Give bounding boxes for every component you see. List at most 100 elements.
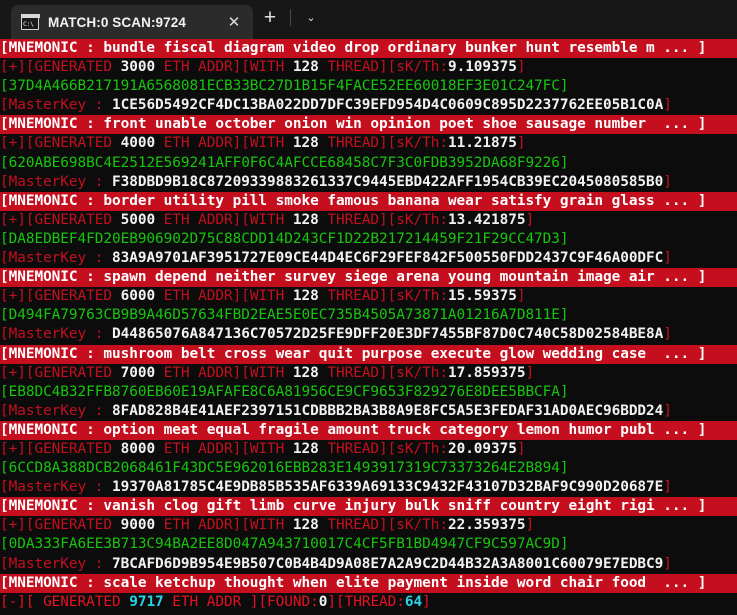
tab-tools: + ⌄ [253, 0, 328, 39]
generated-line: [+][GENERATED 4000 ETH ADDR][WITH 128 TH… [0, 134, 737, 153]
masterkey-label: [MasterKey : [0, 97, 112, 114]
thread-count: 128 [292, 135, 319, 152]
tab-strip: C:\ MATCH:0 SCAN:9724 ✕ [0, 0, 253, 39]
terminal-tab[interactable]: C:\ MATCH:0 SCAN:9724 ✕ [11, 5, 253, 39]
generated-count: 6000 [120, 288, 156, 305]
mnemonic-line: [MNEMONIC : vanish clog gift limb curve … [0, 497, 737, 517]
rate-value: 9.109375 [447, 59, 517, 76]
masterkey-value: 19370A81785C4E9DB85B535AF6339A69133C9432… [111, 479, 664, 496]
masterkey-suffix: ] [663, 479, 672, 496]
rate-value: 13.421875 [447, 211, 526, 228]
generated-count: 5000 [120, 211, 156, 228]
masterkey-line: [MasterKey : 8FAD828B4E41AEF2397151CDBBB… [0, 402, 737, 421]
generated-count: 4000 [120, 135, 156, 152]
address-line: [620ABE698BC4E2512E569241AFF0F6C4AFCCE68… [0, 154, 569, 171]
generated-prefix: [+][GENERATED [0, 517, 121, 534]
generated-suffix: ] [525, 364, 535, 381]
masterkey-value: D44865076A847136C70572D25FE9DFF20E3DF745… [111, 326, 664, 343]
rate-value: 22.359375 [447, 517, 526, 534]
masterkey-label: [MasterKey : [0, 250, 112, 267]
toolbar-divider [290, 9, 291, 26]
new-tab-icon[interactable]: + [253, 3, 287, 33]
tab-title: MATCH:0 SCAN:9724 [48, 14, 186, 30]
generated-line: [+][GENERATED 8000 ETH ADDR][WITH 128 TH… [0, 440, 737, 459]
generated-prefix: [+][GENERATED [0, 211, 121, 228]
mnemonic-line: [MNEMONIC : bundle fiscal diagram video … [0, 39, 737, 59]
status-thread-label: ][THREAD: [327, 593, 405, 610]
generated-line: [+][GENERATED 3000 ETH ADDR][WITH 128 TH… [0, 58, 737, 77]
masterkey-line: [MasterKey : D44865076A847136C70572D25FE… [0, 325, 737, 344]
console-icon-text: C:\ [23, 19, 34, 28]
masterkey-value: 83A9A9701AF3951727E09CE44D4EC6F29FEF842F… [111, 250, 664, 267]
generated-mid: ETH ADDR][WITH [155, 288, 293, 305]
rate-label: THREAD][sK/Th: [318, 59, 448, 76]
status-prefix: [-][ GENERATED [0, 593, 130, 610]
chevron-down-icon[interactable]: ⌄ [294, 3, 328, 33]
masterkey-suffix: ] [663, 250, 672, 267]
thread-count: 128 [292, 517, 319, 534]
masterkey-line: [MasterKey : F38DBD9B18C8720933988326133… [0, 173, 737, 192]
generated-suffix: ] [516, 135, 526, 152]
generated-line: [+][GENERATED 9000 ETH ADDR][WITH 128 TH… [0, 516, 737, 535]
generated-suffix: ] [525, 517, 535, 534]
generated-line: [+][GENERATED 7000 ETH ADDR][WITH 128 TH… [0, 364, 737, 383]
terminal-output[interactable]: [MNEMONIC : bundle fiscal diagram video … [0, 39, 737, 615]
masterkey-value: 8FAD828B4E41AEF2397151CDBBB2BA3B8A9E8FC5… [111, 402, 664, 419]
thread-count: 128 [292, 288, 319, 305]
masterkey-label: [MasterKey : [0, 173, 112, 190]
thread-count: 128 [292, 364, 319, 381]
status-found-label: ETH ADDR ][FOUND: [163, 593, 319, 610]
generated-line: [+][GENERATED 5000 ETH ADDR][WITH 128 TH… [0, 211, 737, 230]
status-generated-count: 9717 [129, 593, 164, 610]
mnemonic-line: [MNEMONIC : mushroom belt cross wear qui… [0, 344, 737, 364]
masterkey-value: 7BCAFD6D9B954E9B507C0B4B4D9A08E7A2A9C2D4… [111, 555, 664, 572]
status-line: [-][ GENERATED 9717 ETH ADDR ][FOUND:0][… [0, 593, 737, 612]
rate-value: 20.09375 [447, 440, 517, 457]
generated-prefix: [+][GENERATED [0, 364, 121, 381]
thread-count: 128 [292, 59, 319, 76]
mnemonic-line: [MNEMONIC : front unable october onion w… [0, 115, 737, 135]
generated-mid: ETH ADDR][WITH [155, 364, 293, 381]
masterkey-suffix: ] [663, 97, 672, 114]
close-icon[interactable]: ✕ [221, 9, 247, 35]
rate-label: THREAD][sK/Th: [318, 288, 448, 305]
address-line: [EB8DC4B32FFB8760EB60E19AFAFE8C6A81956CE… [0, 383, 569, 400]
thread-count: 128 [292, 211, 319, 228]
generated-mid: ETH ADDR][WITH [155, 517, 293, 534]
generated-prefix: [+][GENERATED [0, 440, 121, 457]
generated-mid: ETH ADDR][WITH [155, 135, 293, 152]
status-thread-count: 64 [404, 593, 423, 610]
address-line: [37D4A466B217191A6568081ECB33BC27D1B15F4… [0, 78, 569, 95]
rate-label: THREAD][sK/Th: [318, 440, 448, 457]
masterkey-suffix: ] [663, 326, 672, 343]
masterkey-value: F38DBD9B18C87209339883261337C9445EBD422A… [111, 173, 664, 190]
mnemonic-line: [MNEMONIC : option meat equal fragile am… [0, 420, 737, 440]
rate-value: 17.859375 [447, 364, 526, 381]
masterkey-value: 1CE56D5492CF4DC13BA022DD7DFC39EFD954D4C0… [111, 97, 664, 114]
generated-prefix: [+][GENERATED [0, 135, 121, 152]
generated-suffix: ] [525, 211, 535, 228]
generated-mid: ETH ADDR][WITH [155, 59, 293, 76]
mnemonic-line: [MNEMONIC : border utility pill smoke fa… [0, 191, 737, 211]
masterkey-line: [MasterKey : 83A9A9701AF3951727E09CE44D4… [0, 249, 737, 268]
masterkey-label: [MasterKey : [0, 402, 112, 419]
rate-label: THREAD][sK/Th: [318, 364, 448, 381]
address-line: [DA8EDBEF4FD20EB906902D75C88CDD14D243CF1… [0, 230, 569, 247]
rate-value: 11.21875 [447, 135, 517, 152]
generated-count: 3000 [120, 59, 156, 76]
rate-label: THREAD][sK/Th: [318, 211, 448, 228]
masterkey-suffix: ] [663, 555, 672, 572]
masterkey-suffix: ] [663, 173, 672, 190]
generated-suffix: ] [516, 288, 526, 305]
generated-mid: ETH ADDR][WITH [155, 211, 293, 228]
generated-line: [+][GENERATED 6000 ETH ADDR][WITH 128 TH… [0, 287, 737, 306]
generated-prefix: [+][GENERATED [0, 288, 121, 305]
rate-label: THREAD][sK/Th: [318, 517, 448, 534]
status-suffix: ] [422, 593, 431, 610]
thread-count: 128 [292, 440, 319, 457]
address-line: [0DA333FA6EE3B713C94BA2EE8D047A943710017… [0, 536, 569, 553]
address-line: [6CCD8A388DCB2068461F43DC5E962016EBB283E… [0, 460, 569, 477]
rate-value: 15.59375 [447, 288, 517, 305]
mnemonic-line-final: [MNEMONIC : scale ketchup thought when e… [0, 573, 737, 593]
masterkey-label: [MasterKey : [0, 326, 112, 343]
